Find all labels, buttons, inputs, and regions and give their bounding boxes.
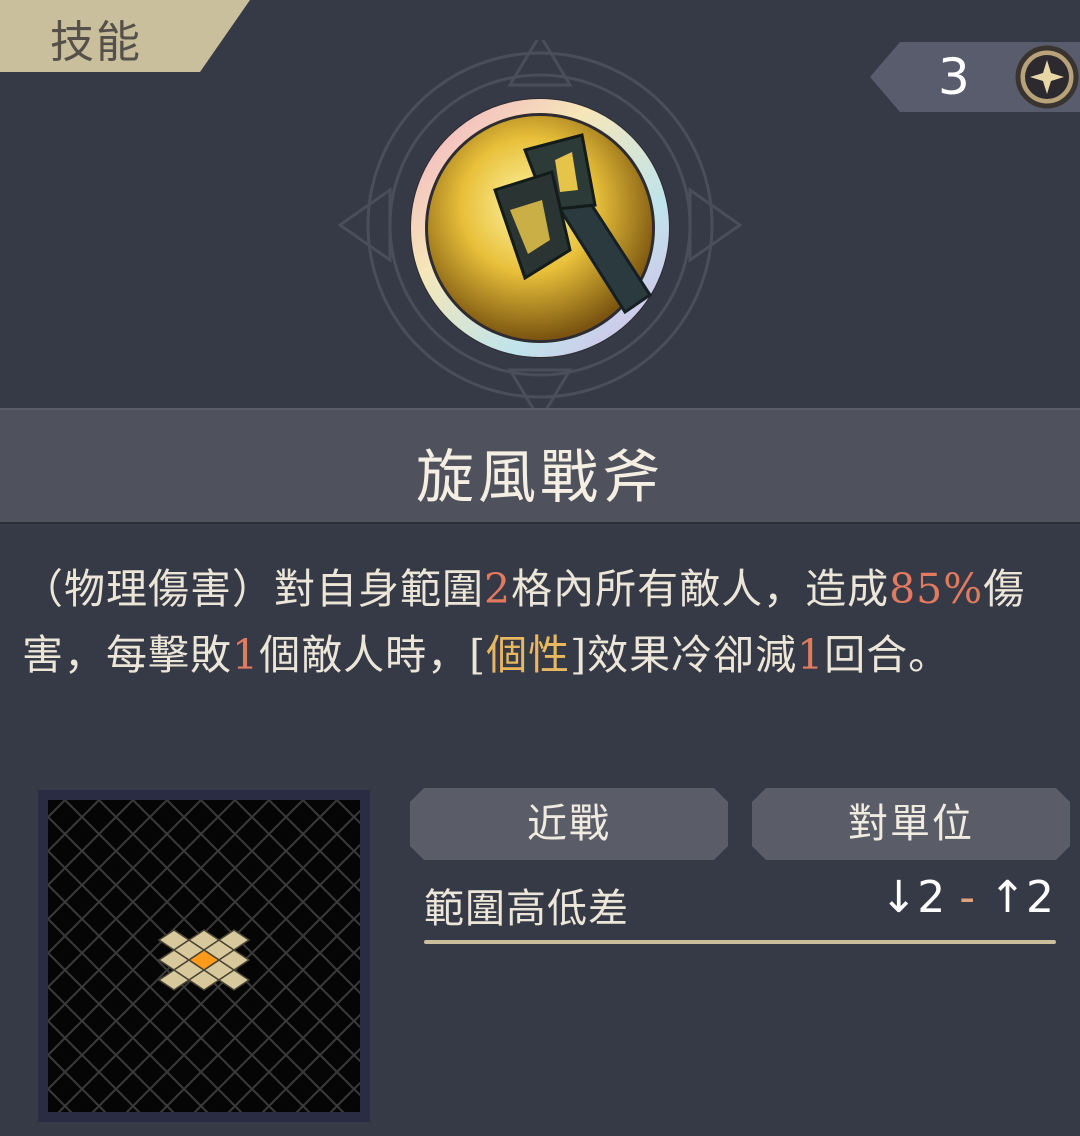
damage-value: 85% [889,565,984,613]
range-tiles [157,929,251,991]
divider [424,940,1056,944]
height-separator: - [959,872,976,923]
attack-type-label: 近戰 [527,801,611,847]
desc-text: ]效果冷卻減 [570,631,798,679]
height-down: ↓2 [880,872,946,923]
range-grid-frame [38,790,370,1122]
range-value: 2 [484,565,512,613]
kill-count-value: 1 [232,631,260,679]
skill-title-bar: 旋風戰斧 [0,408,1080,524]
sparkle-coin-icon [1015,45,1079,109]
cost-value: 3 [938,48,970,106]
skill-emblem [337,40,743,423]
desc-text: 格內所有敵人，造成 [511,565,890,613]
range-grid [48,800,360,1112]
height-difference-label: 範圍高低差 [424,886,629,932]
desc-text: 個敵人時，[ [259,631,487,679]
height-up: ↑2 [989,872,1054,923]
trait-link[interactable]: 個性 [486,631,570,679]
skill-name: 旋風戰斧 [415,443,664,511]
cooldown-value: 1 [797,631,825,679]
skill-description: （物理傷害）對自身範圍2格內所有敵人，造成85%傷害，每擊敗1個敵人時，[個性]… [22,556,1074,758]
section-label: 技能 [50,17,142,68]
desc-text: 回合。 [824,631,951,679]
target-type-label: 對單位 [848,801,974,847]
desc-text: （物理傷害）對自身範圍 [22,565,484,613]
height-difference-value: ↓2 - ↑2 [880,872,1054,923]
skill-detail-panel: 技能 3 旋風戰斧 （物理傷害）對自身範圍2格內所有敵人，造成85%傷害，每擊敗… [0,0,1080,1136]
